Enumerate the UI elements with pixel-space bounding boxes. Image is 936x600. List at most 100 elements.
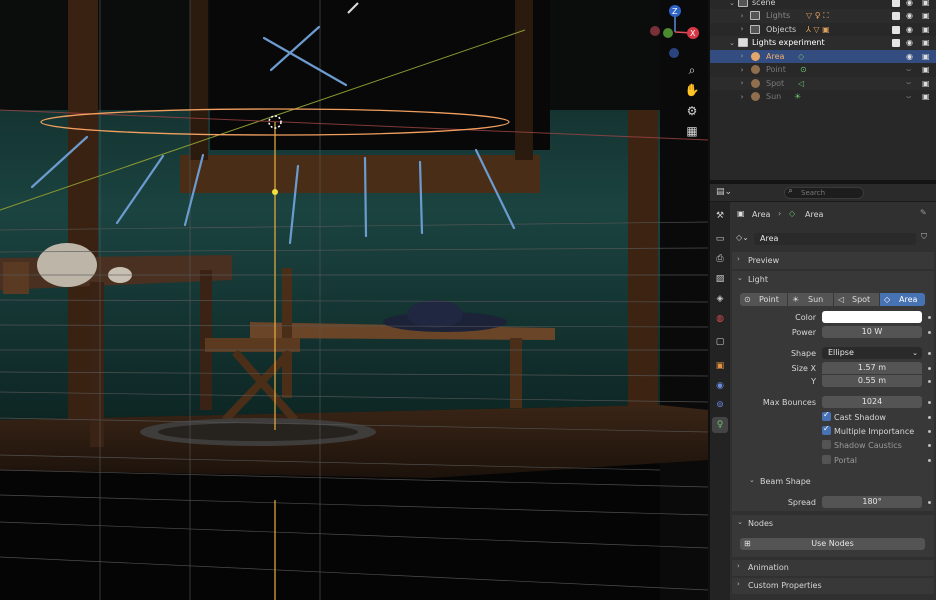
expand-arrow-icon[interactable]: › xyxy=(737,562,740,570)
light-type-point-button[interactable]: ⊙ Point xyxy=(740,293,787,306)
constraints-tab-icon[interactable]: ⊚ xyxy=(712,397,728,413)
segment-label: Point xyxy=(759,295,779,304)
zoom-icon[interactable]: ⌕ xyxy=(683,61,701,79)
max-bounces-field[interactable]: 1024 xyxy=(822,396,922,408)
fake-user-icon[interactable]: ⛉ xyxy=(921,232,927,242)
outliner-row-sun[interactable]: › Sun ☀ ⌣ ▣ xyxy=(710,90,936,104)
physics-tab-icon[interactable]: ◉ xyxy=(712,378,728,394)
eye-icon[interactable]: ◉ xyxy=(906,25,913,34)
object-tab-icon[interactable]: ▣ xyxy=(712,358,728,374)
search-input[interactable]: Search xyxy=(784,187,864,199)
collapse-arrow-icon[interactable]: ⌄ xyxy=(737,274,743,282)
datablock-name-field[interactable]: Area xyxy=(754,233,916,245)
power-field[interactable]: 10 W xyxy=(822,326,922,338)
output-tab-icon[interactable]: ⎙ xyxy=(712,251,728,267)
collapse-arrow-icon[interactable]: ⌄ xyxy=(737,518,743,526)
keyframe-dot[interactable] xyxy=(928,416,931,419)
camera-icon[interactable]: ▣ xyxy=(922,11,930,20)
expand-arrow-icon[interactable]: › xyxy=(738,79,746,87)
keyframe-dot[interactable] xyxy=(928,352,931,355)
preview-panel[interactable]: › Preview xyxy=(732,252,934,269)
collapse-arrow-icon[interactable]: ⌄ xyxy=(728,0,736,7)
eye-icon[interactable]: ◉ xyxy=(906,0,913,7)
eye-closed-icon[interactable]: ⌣ xyxy=(906,65,911,75)
grid-icon[interactable]: ▦ xyxy=(683,122,701,140)
camera-icon[interactable]: ▣ xyxy=(922,0,930,7)
color-swatch[interactable] xyxy=(822,311,922,323)
size-x-field[interactable]: 1.57 m xyxy=(822,362,922,374)
spread-field[interactable]: 180° xyxy=(822,496,922,508)
expand-arrow-icon[interactable]: › xyxy=(738,66,746,74)
shadow-caustics-label: Shadow Caustics xyxy=(834,441,902,450)
exclude-checkbox[interactable] xyxy=(892,12,900,20)
view-layer-tab-icon[interactable]: ▨ xyxy=(712,271,728,287)
light-type-spot-button[interactable]: ◁ Spot xyxy=(834,293,879,306)
outliner-row-point[interactable]: › Point ⊙ ⌣ ▣ xyxy=(710,63,936,77)
use-nodes-button[interactable]: ⊞ Use Nodes xyxy=(740,538,925,550)
keyframe-dot[interactable] xyxy=(928,331,931,334)
outliner-row-objects[interactable]: › Objects ⅄ ▽ ▣ ◉ ▣ xyxy=(710,23,936,37)
exclude-checkbox[interactable] xyxy=(892,39,900,47)
eye-closed-icon[interactable]: ⌣ xyxy=(906,78,911,88)
light-type-area-button[interactable]: ◇ Area xyxy=(880,293,925,306)
eye-icon[interactable]: ◉ xyxy=(906,38,913,47)
exclude-checkbox[interactable] xyxy=(892,0,900,7)
outliner[interactable]: ⌄ scene ◉ ▣ › Lights ▽ ♀ ⛶ ◉ ▣ › Objects… xyxy=(710,0,936,180)
world-tab-icon[interactable]: ◍ xyxy=(712,311,728,327)
hand-pan-icon[interactable]: ✋ xyxy=(683,81,701,99)
keyframe-dot[interactable] xyxy=(928,444,931,447)
portal-checkbox[interactable] xyxy=(822,455,831,464)
camera-icon[interactable]: ▣ xyxy=(922,65,930,74)
expand-arrow-icon[interactable]: › xyxy=(737,580,740,588)
keyframe-dot[interactable] xyxy=(928,380,931,383)
custom-properties-panel[interactable]: › Custom Properties xyxy=(732,578,934,594)
keyframe-dot[interactable] xyxy=(928,316,931,319)
camera-icon[interactable]: ▣ xyxy=(922,52,930,61)
tool-tab-icon[interactable]: ⚒ xyxy=(712,208,728,224)
eye-icon[interactable]: ◉ xyxy=(906,11,913,20)
navigation-gizmo[interactable]: Z X xyxy=(646,2,704,60)
multiple-importance-checkbox[interactable] xyxy=(822,424,831,435)
collapse-arrow-icon[interactable]: ⌄ xyxy=(749,476,755,484)
expand-arrow-icon[interactable]: › xyxy=(737,255,740,263)
eye-closed-icon[interactable]: ⌣ xyxy=(906,92,911,102)
outliner-row-spot[interactable]: › Spot ◁ ⌣ ▣ xyxy=(710,76,936,90)
collapse-arrow-icon[interactable]: ⌄ xyxy=(728,39,736,47)
spot-light-icon: ◁ xyxy=(838,295,845,304)
eye-icon[interactable]: ◉ xyxy=(906,52,913,61)
camera-icon[interactable]: ▣ xyxy=(922,79,930,88)
3d-viewport[interactable]: Z X ⌕ ✋ ⚙ ▦ xyxy=(0,0,708,600)
camera-icon[interactable]: ▣ xyxy=(922,92,930,101)
outliner-row-lights[interactable]: › Lights ▽ ♀ ⛶ ◉ ▣ xyxy=(710,9,936,23)
camera-icon[interactable]: ▣ xyxy=(922,25,930,34)
keyframe-dot[interactable] xyxy=(928,367,931,370)
light-data-tab-icon[interactable]: ♀ xyxy=(712,417,728,433)
keyframe-dot[interactable] xyxy=(928,401,931,404)
animation-panel[interactable]: › Animation xyxy=(732,560,934,576)
point-light-data-icon: ⊙ xyxy=(800,65,807,75)
exclude-checkbox[interactable] xyxy=(892,25,900,34)
keyframe-dot[interactable] xyxy=(928,430,931,433)
expand-arrow-icon[interactable]: › xyxy=(738,12,746,20)
shadow-caustics-checkbox[interactable] xyxy=(822,440,831,449)
datablock-type-icon[interactable]: ◇⌄ xyxy=(736,233,749,242)
collection-tab-icon[interactable]: ▢ xyxy=(712,334,728,350)
shape-dropdown[interactable]: Ellipse ⌄ xyxy=(822,347,922,359)
scene-tab-icon[interactable]: ◈ xyxy=(712,291,728,307)
expand-arrow-icon[interactable]: › xyxy=(738,52,746,60)
camera-view-icon[interactable]: ⚙ xyxy=(683,102,701,120)
keyframe-dot[interactable] xyxy=(928,501,931,504)
expand-arrow-icon[interactable]: › xyxy=(738,25,746,33)
editor-type-icon[interactable]: ▤⌄ xyxy=(716,187,732,197)
cast-shadow-checkbox[interactable] xyxy=(822,410,831,421)
keyframe-dot[interactable] xyxy=(928,459,931,462)
camera-icon[interactable]: ▣ xyxy=(922,38,930,47)
pin-icon[interactable]: ✎ xyxy=(920,208,927,217)
outliner-row-lights-experiment[interactable]: ⌄ Lights experiment ◉ ▣ xyxy=(710,36,936,50)
render-tab-icon[interactable]: ▭ xyxy=(712,231,728,247)
expand-arrow-icon[interactable]: › xyxy=(738,93,746,101)
size-y-field[interactable]: 0.55 m xyxy=(822,375,922,387)
light-type-sun-button[interactable]: ☀ Sun xyxy=(788,293,833,306)
outliner-row-area[interactable]: › Area ◇ ◉ ▣ xyxy=(710,49,936,63)
properties-editor[interactable]: ▤⌄ ⌕ Search ⚒ ▭ ⎙ ▨ ◈ ◍ ▢ ▣ ◉ ⊚ ♀ ▣ Area… xyxy=(710,184,936,600)
